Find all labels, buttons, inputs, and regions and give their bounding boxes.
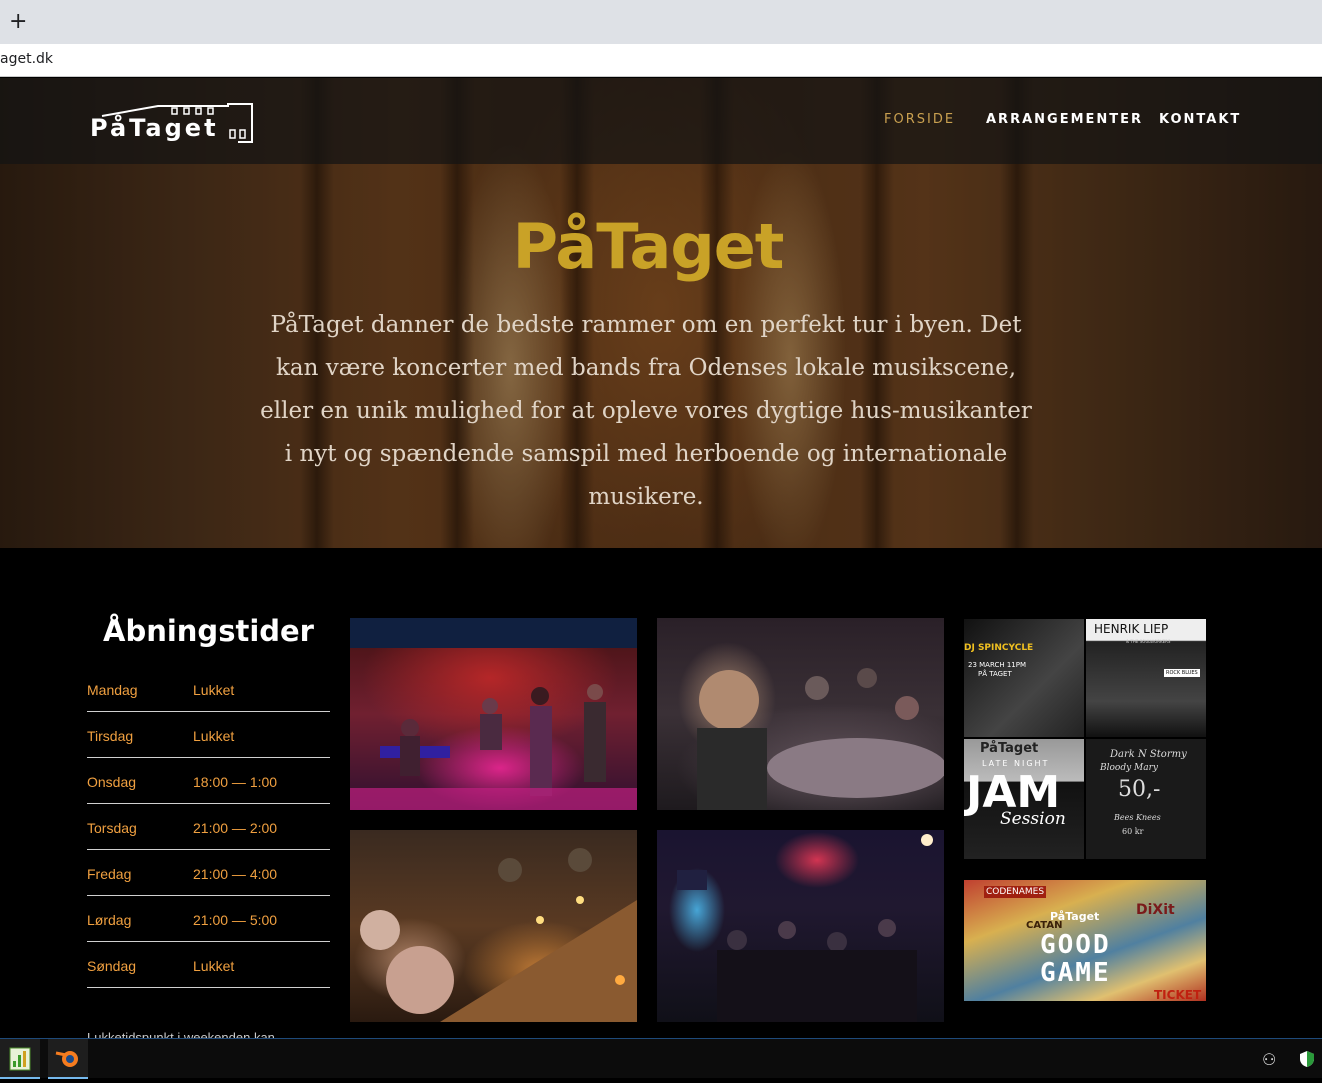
photo-band-on-stage[interactable]: [350, 618, 637, 810]
hours-row: Lørdag 21:00 — 5:00: [87, 896, 330, 942]
shield-icon[interactable]: [1298, 1050, 1316, 1068]
poster-henrik-liep[interactable]: HENRIK LIEP & THE SOULWORKERS ROCK BLUES: [1086, 619, 1206, 737]
hero-title: PåTaget: [512, 210, 785, 283]
poster-logo: PåTaget: [1050, 910, 1100, 923]
hours-time: Lukket: [193, 958, 235, 974]
board-line: 60 kr: [1122, 827, 1144, 836]
new-tab-button[interactable]: +: [9, 10, 29, 34]
hours-row: Mandag Lukket: [87, 666, 330, 712]
poster-logo: PåTaget: [980, 741, 1039, 756]
site-header: PåTaget FORSIDE ARRANGEMENTER KONTAKT: [0, 78, 1322, 164]
hours-day: Lørdag: [87, 912, 132, 928]
chart-app-icon: [9, 1047, 31, 1071]
hero-description: PåTaget danner de bedste rammer om en pe…: [260, 312, 1032, 510]
game-box-label: CODENAMES: [984, 886, 1047, 898]
taskbar-app-chart[interactable]: [0, 1039, 40, 1079]
poster-script: Session: [1000, 809, 1066, 829]
board-line: Bloody Mary: [1100, 763, 1159, 773]
browser-tab-bar: +: [0, 0, 1322, 44]
board-line: Dark N Stormy: [1110, 749, 1187, 760]
poster-jam-session[interactable]: PåTaget LATE NIGHT JAM Session: [964, 739, 1084, 859]
opening-hours-title: Åbningstider: [103, 614, 314, 648]
hours-day: Tirsdag: [87, 728, 134, 744]
os-taskbar: ⚇: [0, 1038, 1322, 1079]
hours-row: Søndag Lukket: [87, 942, 330, 988]
poster-drinks-board[interactable]: Dark N Stormy Bloody Mary 50,- Bees Knee…: [1086, 739, 1206, 859]
hours-note: Lukketidspunkt i weekenden kan: [87, 1030, 275, 1038]
people-icon[interactable]: ⚇: [1262, 1050, 1276, 1069]
hours-time: 18:00 — 1:00: [193, 774, 278, 790]
taskbar-app-blender[interactable]: [48, 1039, 88, 1079]
poster-subtitle: & THE SOULWORKERS: [1126, 639, 1171, 644]
game-box-label: DiXit: [1136, 902, 1175, 918]
poster-place: PÅ TAGET: [978, 670, 1012, 678]
dancefloor-icon: [677, 834, 933, 1022]
photo-bar-tables[interactable]: [350, 830, 637, 1022]
board-line: Bees Knees: [1114, 813, 1161, 822]
hours-day: Søndag: [87, 958, 137, 974]
hours-row: Tirsdag Lukket: [87, 712, 330, 758]
audience-silhouettes-icon: [697, 668, 944, 810]
poster-title: DJ SPINCYCLE: [964, 643, 1034, 653]
poster-title-line2: GAME: [1040, 958, 1111, 988]
blender-icon: [55, 1051, 78, 1067]
bar-scene-icon: [360, 848, 637, 1022]
poster-dj-spincycle[interactable]: DJ SPINCYCLE 23 MARCH 11PM PÅ TAGET: [964, 619, 1084, 737]
nav-forside[interactable]: FORSIDE: [884, 112, 955, 127]
main-nav: FORSIDE ARRANGEMENTER KONTAKT: [0, 112, 1322, 132]
poster-date: 23 MARCH 11PM: [968, 661, 1027, 669]
hours-time: 21:00 — 4:00: [193, 866, 278, 882]
hours-day: Onsdag: [87, 774, 137, 790]
url-text[interactable]: aget.dk: [0, 51, 53, 67]
photo-audience-cushions[interactable]: [657, 618, 944, 810]
hours-row: Onsdag 18:00 — 1:00: [87, 758, 330, 804]
hours-row: Fredag 21:00 — 4:00: [87, 850, 330, 896]
stage-silhouettes-icon: [350, 618, 637, 810]
poster-title: HENRIK LIEP: [1094, 622, 1169, 636]
hero-section: PåTaget FORSIDE ARRANGEMENTER KONTAKT På…: [0, 78, 1322, 548]
board-price: 50,-: [1118, 777, 1161, 802]
hours-time: Lukket: [193, 682, 235, 698]
hours-time: 21:00 — 2:00: [193, 820, 278, 836]
poster-genre: ROCK BLUES: [1164, 669, 1200, 677]
hours-day: Torsdag: [87, 820, 137, 836]
hours-day: Mandag: [87, 682, 138, 698]
game-box-label: TICKET: [1154, 988, 1202, 1001]
hours-time: 21:00 — 5:00: [193, 912, 278, 928]
hours-time: Lukket: [193, 728, 235, 744]
nav-arrangementer[interactable]: ARRANGEMENTER: [986, 112, 1143, 127]
opening-hours-table: Mandag Lukket Tirsdag Lukket Onsdag 18:00 —…: [87, 666, 330, 988]
web-page: PåTaget FORSIDE ARRANGEMENTER KONTAKT På…: [0, 78, 1322, 1038]
hours-row: Torsdag 21:00 — 2:00: [87, 804, 330, 850]
photo-dance-floor[interactable]: [657, 830, 944, 1022]
address-bar[interactable]: aget.dk: [0, 44, 1322, 77]
poster-title-line1: GOOD: [1040, 930, 1111, 960]
nav-kontakt[interactable]: KONTAKT: [1159, 112, 1241, 127]
poster-good-game[interactable]: CODENAMES CATAN DiXit PåTaget GOOD GAME …: [964, 880, 1206, 1001]
hours-day: Fredag: [87, 866, 132, 882]
